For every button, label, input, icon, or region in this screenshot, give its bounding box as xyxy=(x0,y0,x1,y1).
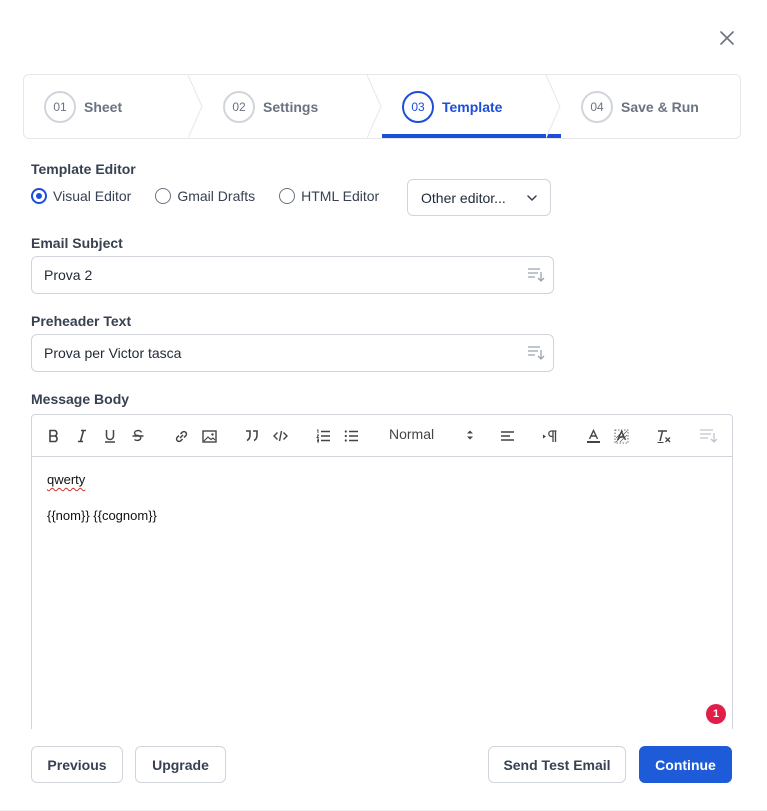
step-number: 03 xyxy=(402,90,434,123)
send-test-email-button[interactable]: Send Test Email xyxy=(488,746,626,783)
clear-format-icon xyxy=(657,429,671,443)
step-settings[interactable]: 02 Settings xyxy=(203,75,382,138)
text-direction-button[interactable] xyxy=(540,426,560,446)
underline-button[interactable] xyxy=(100,426,120,446)
step-label: Save & Run xyxy=(621,98,699,115)
italic-icon xyxy=(78,429,86,443)
align-button[interactable] xyxy=(497,426,517,446)
radio-unchecked-icon xyxy=(155,188,172,204)
step-label: Settings xyxy=(263,98,319,115)
link-button[interactable] xyxy=(171,426,191,446)
insert-variable-icon[interactable] xyxy=(527,267,545,283)
text-direction-icon xyxy=(543,429,557,442)
template-editor-label: Template Editor xyxy=(31,161,136,177)
insert-variable-icon[interactable] xyxy=(527,345,545,361)
editor-content[interactable]: qwerty {{nom}} {{cognom}} xyxy=(32,457,732,539)
preheader-input[interactable] xyxy=(44,345,514,361)
italic-button[interactable] xyxy=(72,426,92,446)
image-button[interactable] xyxy=(199,426,219,446)
step-sheet[interactable]: 01 Sheet xyxy=(24,75,203,138)
bold-button[interactable] xyxy=(44,426,64,446)
step-number: 04 xyxy=(581,90,613,123)
chevron-down-icon xyxy=(527,195,537,201)
message-body-label: Message Body xyxy=(31,391,130,407)
clear-format-button[interactable] xyxy=(654,426,674,446)
step-divider-icon xyxy=(188,75,203,138)
radio-label: HTML Editor xyxy=(301,188,380,204)
preheader-field[interactable] xyxy=(31,334,554,372)
editor-toolbar: Normal xyxy=(32,415,732,457)
dropdown-label: Other editor... xyxy=(421,189,506,206)
preheader-label: Preheader Text xyxy=(31,313,132,329)
insert-variable-icon xyxy=(700,429,718,443)
editor-type-radio-group: Visual Editor Gmail Drafts HTML Editor xyxy=(31,188,403,204)
footer-bar: Previous Upgrade Send Test Email Continu… xyxy=(0,729,767,811)
step-template[interactable]: 03 Template xyxy=(382,75,561,138)
wizard-stepper: 01 Sheet 02 Settings 03 Template 04 Save… xyxy=(23,74,741,139)
body-line: qwerty xyxy=(47,472,86,487)
bullet-list-icon xyxy=(344,430,358,442)
close-icon xyxy=(720,31,734,45)
rich-text-editor: Normal qwerty {{nom}} {{cognom}} xyxy=(31,414,733,734)
radio-html-editor[interactable]: HTML Editor xyxy=(279,188,379,204)
sort-arrows-icon xyxy=(467,430,473,440)
code-block-button[interactable] xyxy=(270,426,290,446)
radio-checked-icon xyxy=(31,188,47,204)
text-color-icon xyxy=(586,428,600,443)
bold-icon xyxy=(49,429,58,443)
text-color-button[interactable] xyxy=(583,426,603,446)
close-button[interactable] xyxy=(716,27,738,49)
upgrade-button[interactable]: Upgrade xyxy=(135,746,226,783)
underline-icon xyxy=(105,430,115,443)
radio-visual-editor[interactable]: Visual Editor xyxy=(31,188,131,204)
bullet-list-button[interactable] xyxy=(341,426,361,446)
step-save-run[interactable]: 04 Save & Run xyxy=(561,75,740,138)
quote-icon xyxy=(246,430,258,442)
email-subject-input[interactable] xyxy=(44,267,514,283)
ordered-list-button[interactable] xyxy=(313,426,333,446)
code-icon xyxy=(272,430,288,442)
insert-variable-button[interactable] xyxy=(699,426,719,446)
align-left-icon xyxy=(500,431,514,441)
background-color-icon xyxy=(614,429,628,443)
email-subject-label: Email Subject xyxy=(31,235,123,251)
link-icon xyxy=(175,430,187,442)
radio-label: Visual Editor xyxy=(53,188,132,204)
step-divider-icon xyxy=(367,75,382,138)
notification-badge[interactable]: 1 xyxy=(706,704,726,724)
strikethrough-icon xyxy=(132,429,144,442)
image-icon xyxy=(201,429,217,443)
continue-button[interactable]: Continue xyxy=(639,746,732,783)
email-subject-field[interactable] xyxy=(31,256,554,294)
step-label: Template xyxy=(442,98,503,115)
step-divider-icon xyxy=(546,75,561,138)
body-line: {{nom}} {{cognom}} xyxy=(47,508,157,523)
ordered-list-icon xyxy=(315,429,330,443)
radio-label: Gmail Drafts xyxy=(177,188,256,204)
other-editor-dropdown[interactable]: Other editor... xyxy=(407,179,551,216)
step-number: 02 xyxy=(223,90,255,123)
strikethrough-button[interactable] xyxy=(128,426,148,446)
format-select-value: Normal xyxy=(389,426,435,442)
previous-button[interactable]: Previous xyxy=(31,746,123,783)
text-format-select[interactable]: Normal xyxy=(389,426,474,446)
step-number: 01 xyxy=(44,90,76,123)
blockquote-button[interactable] xyxy=(242,426,262,446)
radio-unchecked-icon xyxy=(279,188,296,204)
radio-gmail-drafts[interactable]: Gmail Drafts xyxy=(155,188,255,204)
background-color-button[interactable] xyxy=(611,426,631,446)
step-label: Sheet xyxy=(84,98,123,115)
